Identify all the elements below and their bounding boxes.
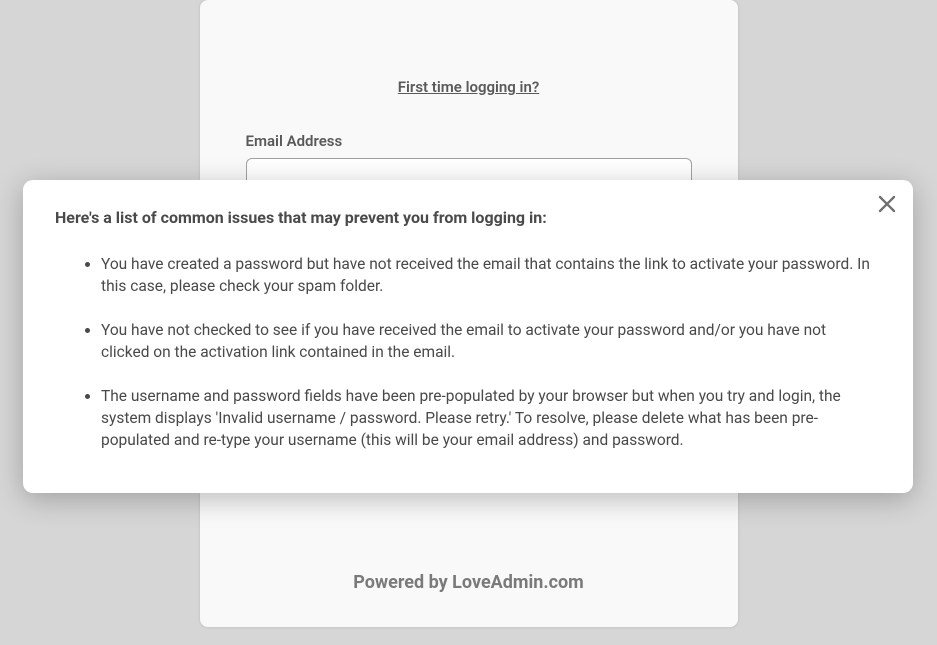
list-item: You have created a password but have not… [101,253,881,297]
list-item: You have not checked to see if you have … [101,319,881,363]
modal-issue-list: You have created a password but have not… [55,253,881,451]
close-button[interactable] [875,192,899,216]
close-icon [878,195,896,213]
modal-title: Here's a list of common issues that may … [55,208,881,227]
login-issues-modal: Here's a list of common issues that may … [23,180,913,493]
list-item: The username and password fields have be… [101,385,881,451]
modal-overlay: Here's a list of common issues that may … [0,0,937,645]
